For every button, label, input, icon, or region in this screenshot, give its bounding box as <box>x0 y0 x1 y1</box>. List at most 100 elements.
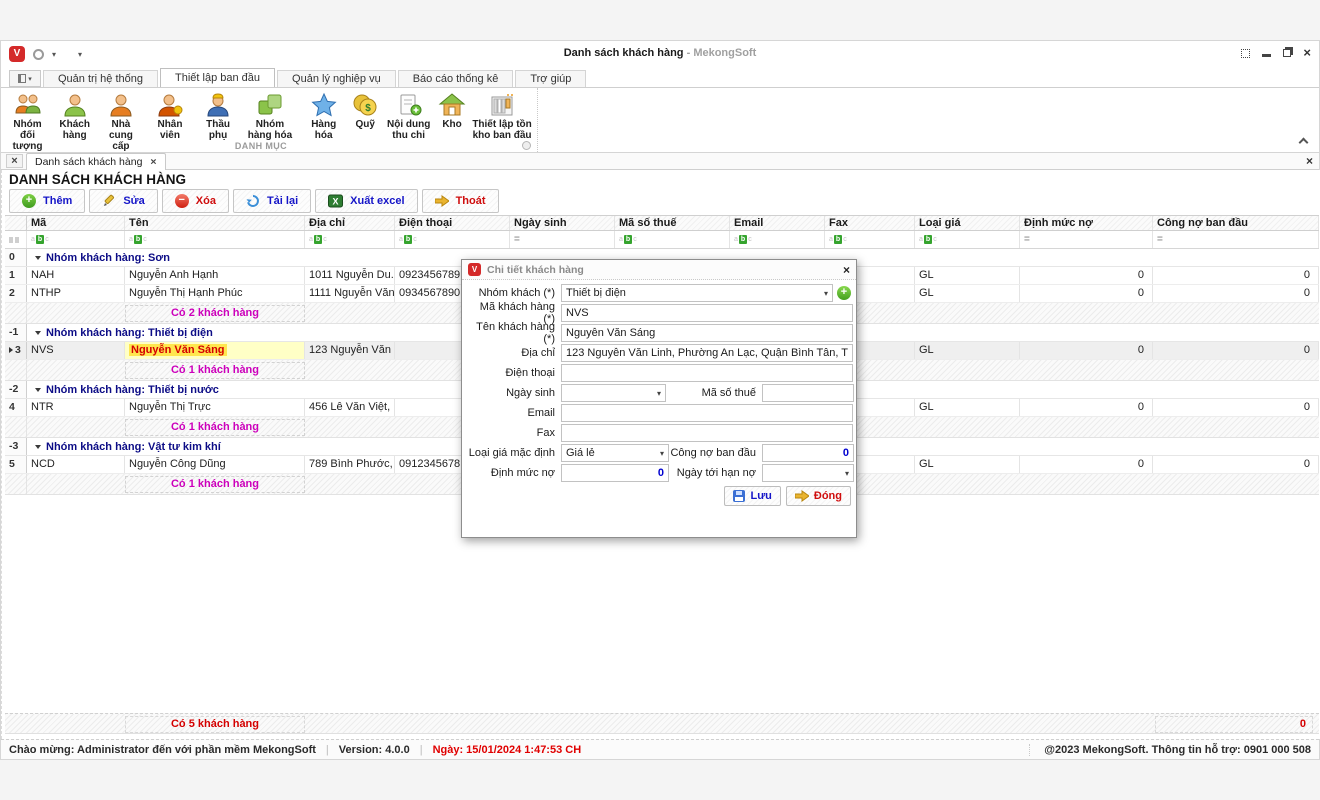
column-header-dia-chi[interactable]: Địa chỉ <box>305 216 395 230</box>
cell-ten: Nguyễn Anh Hạnh <box>125 267 305 284</box>
status-date: Ngày: 15/01/2024 1:47:53 CH <box>433 744 582 756</box>
field-label: Công nợ ban đầu <box>669 447 762 459</box>
filter-dia-chi[interactable]: abc <box>305 231 395 248</box>
tab-thiet-lap-ban-dau[interactable]: Thiết lập ban đầu <box>160 68 275 87</box>
cell-loai-gia: GL <box>915 285 1020 302</box>
fullscreen-icon[interactable] <box>1241 49 1250 58</box>
debt-due-date-select[interactable]: ▾ <box>762 464 854 482</box>
filter-fax[interactable]: abc <box>825 231 915 248</box>
ribbon-item-thiet-lap-ton-kho[interactable]: Thiết lập tồn kho ban đầu <box>469 91 535 142</box>
column-header-cong-no-ban-dau[interactable]: Công nợ ban đầu <box>1153 216 1319 230</box>
column-header-ten[interactable]: Tên <box>125 216 305 230</box>
tab-bao-cao-thong-ke[interactable]: Báo cáo thống kê <box>398 70 514 87</box>
page-title: DANH SÁCH KHÁCH HÀNG <box>9 172 186 187</box>
ribbon-item-nhom-hang-hoa[interactable]: Nhóm hàng hóa <box>241 91 299 142</box>
row-number: 2 <box>5 285 27 302</box>
ribbon-collapse-icon[interactable] <box>1299 138 1309 148</box>
cell-ma: NAH <box>27 267 125 284</box>
ribbon-item-noi-dung-thu-chi[interactable]: Nội dung thu chi <box>382 91 435 142</box>
row-number: -2 <box>5 381 27 398</box>
column-header-ma[interactable]: Mã <box>27 216 125 230</box>
ribbon-item-thau-phu[interactable]: Thầu phụ <box>195 91 240 142</box>
price-type-select[interactable]: Giá lẻ▾ <box>561 444 669 462</box>
restore-icon[interactable] <box>1283 49 1291 57</box>
save-button[interactable]: Lưu <box>724 486 780 506</box>
column-header-ma-so-thue[interactable]: Mã số thuế <box>615 216 730 230</box>
filter-ten[interactable]: abc <box>125 231 305 248</box>
refresh-icon <box>246 194 260 208</box>
close-button[interactable]: Đóng <box>786 486 851 506</box>
add-group-icon[interactable]: + <box>837 286 851 300</box>
filter-cong-no[interactable]: = <box>1153 231 1319 248</box>
cell-loai-gia: GL <box>915 399 1020 416</box>
exit-button[interactable]: Thoát <box>422 189 499 213</box>
filter-email[interactable]: abc <box>730 231 825 248</box>
column-header-loai-gia[interactable]: Loại giá <box>915 216 1020 230</box>
customer-name-field[interactable] <box>561 324 853 342</box>
warehouse-icon <box>438 92 466 118</box>
ribbon-item-kho[interactable]: Kho <box>435 91 469 131</box>
field-row-ma-khach-hang: Mã khách hàng (*) <box>466 304 854 322</box>
ribbon-item-nhan-vien[interactable]: Nhân viên <box>145 91 196 142</box>
filter-ma[interactable]: abc <box>27 231 125 248</box>
export-excel-button[interactable]: X Xuất excel <box>315 189 417 213</box>
filter-dinh-muc-no[interactable]: = <box>1020 231 1153 248</box>
customer-code-field[interactable] <box>561 304 853 322</box>
tab-quan-tri-he-thong[interactable]: Quản trị hệ thống <box>43 70 158 87</box>
group-expander-icon[interactable] <box>522 141 531 150</box>
delete-button[interactable]: −Xóa <box>162 189 229 213</box>
edit-button[interactable]: Sửa <box>89 189 157 213</box>
group-count-label: Có 2 khách hàng <box>125 305 305 322</box>
tab-quan-ly-nghiep-vu[interactable]: Quản lý nghiệp vụ <box>277 70 396 87</box>
collapse-triangle-icon[interactable] <box>35 388 41 392</box>
title-bar: V ▾ ▾ Danh sách khách hàng - MekongSoft … <box>1 41 1319 68</box>
collapse-triangle-icon[interactable] <box>35 445 41 449</box>
debt-limit-field[interactable] <box>561 464 669 482</box>
dialog-header[interactable]: V Chi tiết khách hàng × <box>462 260 856 280</box>
add-button[interactable]: +Thêm <box>9 189 85 213</box>
address-field[interactable] <box>561 344 853 362</box>
dialog-logo-icon: V <box>468 263 481 276</box>
column-header-dien-thoai[interactable]: Điện thoại <box>395 216 510 230</box>
row-number: -1 <box>5 324 27 341</box>
reload-button[interactable]: Tải lại <box>233 189 311 213</box>
close-icon[interactable]: × <box>1303 48 1311 58</box>
chevron-down-icon: ▾ <box>845 469 849 478</box>
cell-cong-no: 0 <box>1153 342 1319 359</box>
collapse-triangle-icon[interactable] <box>35 256 41 260</box>
ribbon-item-quy[interactable]: $ Quỹ <box>348 91 382 131</box>
tab-tro-giup[interactable]: Trợ giúp <box>515 70 586 87</box>
group-count-label: Có 1 khách hàng <box>125 476 305 493</box>
tab-close-icon[interactable]: × <box>150 156 156 168</box>
tax-code-field[interactable] <box>762 384 854 402</box>
tabstrip-close-right-icon[interactable]: × <box>1306 154 1313 168</box>
collapse-triangle-icon[interactable] <box>35 331 41 335</box>
column-header-email[interactable]: Email <box>730 216 825 230</box>
app-menu-button[interactable]: ▾ <box>9 70 41 87</box>
status-support: @2023 MekongSoft. Thông tin hỗ trợ: 0901… <box>1029 744 1311 756</box>
ribbon-item-hang-hoa[interactable]: Hàng hóa <box>299 91 348 142</box>
tabstrip-close-button[interactable]: × <box>6 154 23 168</box>
column-header-fax[interactable]: Fax <box>825 216 915 230</box>
filter-dien-thoai[interactable]: abc <box>395 231 510 248</box>
birthday-select[interactable]: ▾ <box>561 384 666 402</box>
filter-ngay-sinh[interactable]: = <box>510 231 615 248</box>
customer-group-select[interactable]: Thiết bị điện▾ <box>561 284 833 302</box>
minimize-icon[interactable] <box>1262 54 1271 57</box>
field-row-loai-gia: Loại giá mặc định Giá lẻ▾ Công nợ ban đầ… <box>466 444 854 462</box>
filter-ma-so-thue[interactable]: abc <box>615 231 730 248</box>
email-field[interactable] <box>561 404 853 422</box>
column-header-ngay-sinh[interactable]: Ngày sinh <box>510 216 615 230</box>
ribbon-item-khach-hang[interactable]: Khách hàng <box>52 91 97 142</box>
dialog-close-icon[interactable]: × <box>843 263 850 277</box>
doc-tab-danh-sach-khach-hang[interactable]: Danh sách khách hàng × <box>26 153 166 170</box>
fax-field[interactable] <box>561 424 853 442</box>
grand-total-value: 0 <box>1155 716 1313 733</box>
column-header-dinh-muc-no[interactable]: Định mức nợ <box>1020 216 1153 230</box>
row-header-cell <box>5 417 27 437</box>
filter-loai-gia[interactable]: abc <box>915 231 1020 248</box>
cell-ten: Nguyễn Thị Hạnh Phúc <box>125 285 305 302</box>
initial-debt-field[interactable] <box>762 444 854 462</box>
supplier-icon <box>107 92 135 118</box>
phone-field[interactable] <box>561 364 853 382</box>
